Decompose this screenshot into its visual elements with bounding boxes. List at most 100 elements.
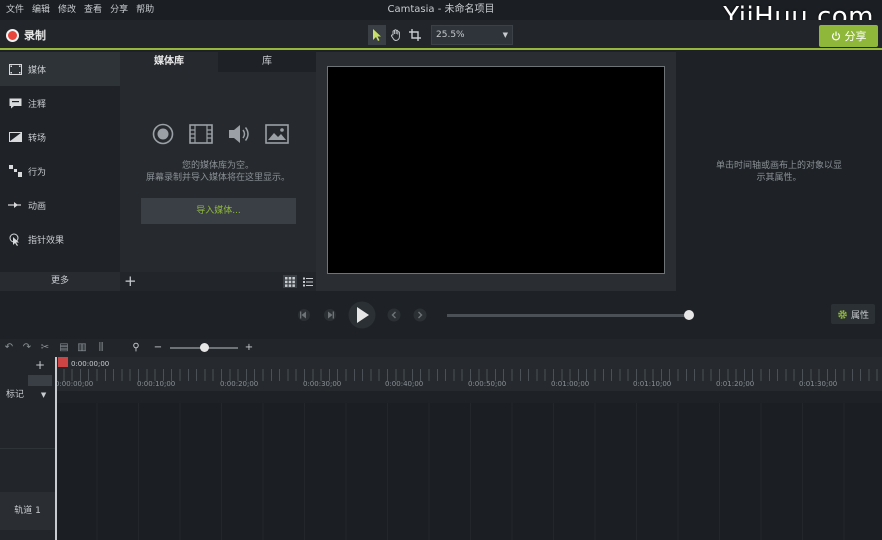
add-track-icon[interactable]: + — [34, 359, 46, 371]
playhead-handle[interactable] — [58, 357, 68, 367]
sidebar-item-media[interactable]: 媒体 — [0, 52, 120, 86]
canvas-area — [316, 52, 676, 291]
animation-icon — [8, 198, 22, 212]
sidebar-item-cursor-effects[interactable]: 指针效果 — [0, 222, 120, 256]
sidebar-item-label: 行为 — [28, 167, 47, 178]
record-icon — [6, 28, 19, 42]
chevron-left-icon — [387, 308, 401, 322]
undo-icon[interactable]: ↶ — [3, 342, 15, 354]
select-tool-button[interactable] — [368, 25, 386, 45]
media-type-icons — [150, 122, 290, 146]
timeline-toolbar: ↶ ↷ ✂ ▤ ▥ ⫼ ⚲ − + — [0, 339, 882, 357]
record-media-icon — [150, 122, 176, 146]
sidebar-item-label: 媒体 — [28, 65, 47, 76]
menu-file[interactable]: 文件 — [0, 0, 28, 20]
sidebar-item-label: 指针效果 — [28, 235, 65, 246]
redo-icon[interactable]: ↷ — [21, 342, 33, 354]
tab-library[interactable]: 库 — [218, 52, 316, 72]
track-area[interactable] — [55, 403, 882, 540]
share-label: 分享 — [844, 30, 867, 43]
crop-icon — [409, 29, 421, 41]
collapse-tracks-button[interactable] — [28, 375, 52, 386]
more-tools-button[interactable]: 更多 — [0, 272, 120, 291]
previous-button[interactable] — [384, 306, 404, 324]
tick-label: 0:01:00;00 — [551, 380, 590, 388]
step-forward-icon — [324, 309, 336, 321]
zoom-out-icon[interactable]: − — [152, 342, 164, 354]
canvas-tools — [368, 25, 425, 45]
sidebar-item-behaviors[interactable]: 行为 — [0, 154, 120, 188]
timeline-zoom-handle[interactable] — [200, 343, 209, 352]
track-divider — [0, 448, 55, 449]
share-button[interactable]: 分享 — [819, 25, 878, 47]
scrubber-track[interactable] — [447, 314, 689, 317]
cursor-effect-icon — [8, 232, 22, 246]
list-view-icon[interactable] — [301, 275, 315, 288]
step-back-icon — [298, 309, 310, 321]
sidebar-item-transitions[interactable]: 转场 — [0, 120, 120, 154]
tab-media-bin[interactable]: 媒体库 — [120, 52, 218, 72]
sidebar-item-label: 动画 — [28, 201, 47, 212]
menu-modify[interactable]: 修改 — [54, 0, 80, 20]
grid-view-icon[interactable] — [283, 275, 297, 288]
import-media-button[interactable]: 导入媒体... — [141, 198, 296, 224]
cut-icon[interactable]: ✂ — [39, 342, 51, 354]
sidebar-item-label: 注释 — [28, 99, 47, 110]
playhead-time: 0:00:00;00 — [71, 360, 110, 368]
menu-share[interactable]: 分享 — [106, 0, 132, 20]
play-button[interactable] — [348, 301, 376, 329]
bin-bottom-bar: + — [120, 272, 316, 291]
bin-tabs: 媒体库 库 — [120, 52, 316, 72]
menu-edit[interactable]: 编辑 — [28, 0, 54, 20]
zoom-search-icon[interactable]: ⚲ — [130, 342, 142, 354]
preview-canvas[interactable] — [327, 66, 665, 274]
camtasia-window: 文件 编辑 修改 查看 分享 帮助 Camtasia - 未命名项目 YiiHu… — [0, 0, 882, 540]
next-button[interactable] — [410, 306, 430, 324]
audio-media-icon — [226, 122, 252, 146]
step-back-button[interactable] — [294, 306, 314, 324]
crop-tool-button[interactable] — [406, 25, 424, 45]
scrubber-handle[interactable] — [684, 310, 694, 320]
zoom-in-icon[interactable]: + — [243, 342, 255, 354]
properties-button-label: 属性 — [850, 310, 869, 321]
paste-icon[interactable]: ▥ — [76, 342, 88, 354]
video-media-icon — [188, 122, 214, 146]
sidebar-item-annotations[interactable]: 注释 — [0, 86, 120, 120]
empty-bin-line2: 屏幕录制并导入媒体将在这里显示。 — [145, 173, 290, 183]
copy-icon[interactable]: ▤ — [58, 342, 70, 354]
power-share-icon — [831, 31, 840, 41]
transition-icon — [8, 130, 22, 144]
tick-label: 0:00:00;00 — [55, 380, 94, 388]
tick-label: 0:01:20;00 — [716, 380, 755, 388]
tick-label: 0:00:20;00 — [220, 380, 259, 388]
chevron-down-icon: ▼ — [40, 391, 47, 399]
playhead[interactable] — [55, 357, 57, 540]
empty-bin-line1: 您的媒体库为空。 — [181, 161, 254, 171]
marker-track[interactable] — [55, 391, 882, 403]
marker-toggle[interactable]: 标记 ▼ — [0, 388, 55, 402]
record-button[interactable]: 录制 — [6, 27, 46, 43]
arrow-pointer-icon — [373, 29, 381, 41]
tick-label: 0:00:40;00 — [385, 380, 424, 388]
zoom-value: 25.5% — [436, 30, 465, 40]
hand-icon — [390, 29, 400, 41]
media-bin-panel: 媒体库 库 您的媒体库为空。 屏幕录制并导入媒体将在这里显示。 导入媒体... … — [120, 52, 316, 291]
properties-empty-line1: 单击时间轴或画布上的对象以显 — [715, 161, 842, 171]
timeline-ruler[interactable]: 0:00:00;00 0:00:00;00 0:00:10;00 0:00:20… — [55, 357, 882, 391]
pan-tool-button[interactable] — [387, 25, 405, 45]
main-toolbar: 录制 25.5% ▼ 分享 — [0, 20, 882, 50]
track-1-header[interactable]: 轨道 1 — [0, 492, 55, 530]
split-icon[interactable]: ⫼ — [95, 342, 107, 354]
menu-help[interactable]: 帮助 — [132, 0, 158, 20]
film-icon — [8, 62, 22, 76]
menu-view[interactable]: 查看 — [80, 0, 106, 20]
sidebar-item-animations[interactable]: 动画 — [0, 188, 120, 222]
step-forward-button[interactable] — [320, 306, 340, 324]
behavior-icon — [8, 164, 22, 178]
image-media-icon — [264, 122, 290, 146]
properties-button[interactable]: 属性 — [831, 304, 875, 324]
zoom-select[interactable]: 25.5% ▼ — [431, 25, 513, 45]
add-icon[interactable]: + — [124, 272, 137, 291]
playback-controls: 属性 — [0, 291, 882, 339]
annotation-icon — [8, 96, 22, 110]
